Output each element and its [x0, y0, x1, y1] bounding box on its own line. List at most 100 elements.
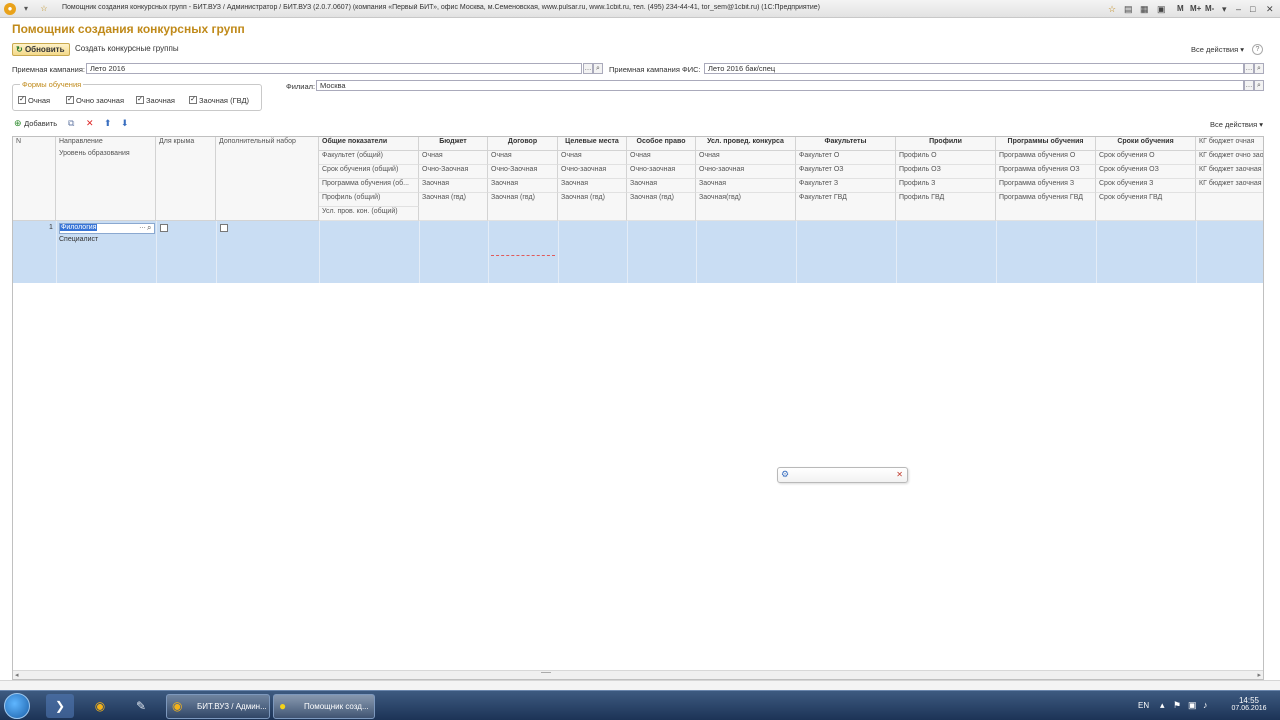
- col-kg-header[interactable]: КГ бюджет очная: [1196, 137, 1263, 151]
- sub-contract-parttime: Очно-Заочная: [488, 165, 558, 179]
- powershell-icon[interactable]: ❯: [46, 694, 74, 718]
- notification-popup[interactable]: ⚙ ✕: [777, 467, 908, 483]
- maximize-icon[interactable]: □: [1250, 2, 1255, 16]
- col-conditions-header[interactable]: Усл. провед. конкурса: [696, 137, 796, 151]
- scroll-right-icon[interactable]: ▸: [1257, 671, 1261, 679]
- sub-profile-o: Профиль О: [896, 151, 996, 165]
- favorite-star-icon[interactable]: ☆: [1108, 2, 1116, 16]
- calendar-icon[interactable]: ▣: [1157, 2, 1166, 16]
- language-indicator[interactable]: EN: [1138, 701, 1149, 710]
- favorite-star-icon[interactable]: ☆: [38, 3, 50, 15]
- copy-icon[interactable]: ⧉: [68, 118, 74, 129]
- sub-profile-z: Профиль З: [896, 179, 996, 193]
- col-programs-header[interactable]: Программы обучения: [996, 137, 1096, 151]
- error-underline: [491, 255, 555, 256]
- col-faculties-header[interactable]: Факультеты: [796, 137, 896, 151]
- history-icon[interactable]: ▤: [1124, 2, 1133, 16]
- close-icon[interactable]: ✕: [1266, 2, 1274, 16]
- study-forms-title: Формы обучения: [20, 80, 84, 89]
- menu-arrow-icon[interactable]: ▾: [20, 3, 32, 15]
- volume-icon[interactable]: ♪: [1203, 700, 1208, 710]
- col-budget-header[interactable]: Бюджет: [419, 137, 488, 151]
- taskbar-item-wizard[interactable]: ● Помощник созд...: [273, 694, 375, 719]
- memory-minus-button[interactable]: M-: [1205, 2, 1214, 16]
- taskbar-item-bitvuz[interactable]: ◉ БИТ.ВУЗ / Админ...: [166, 694, 270, 719]
- col-target-header[interactable]: Целевые места: [558, 137, 627, 151]
- sub-conditions-extramural: Заочная: [696, 179, 796, 193]
- table-row[interactable]: [13, 221, 1263, 283]
- competition-groups-table[interactable]: N Направление Уровень образования Для кр…: [12, 136, 1264, 680]
- branch-choose-button[interactable]: …: [1244, 80, 1254, 91]
- memory-button[interactable]: M: [1177, 2, 1184, 16]
- help-icon[interactable]: ?: [1252, 44, 1263, 55]
- minimize-icon[interactable]: –: [1236, 2, 1241, 16]
- table-all-actions-menu[interactable]: Все действия ▾: [1210, 120, 1263, 129]
- start-button[interactable]: [4, 693, 30, 719]
- clock[interactable]: 14:55 07.06.2016: [1229, 696, 1269, 712]
- tools-icon[interactable]: ✎: [127, 694, 155, 718]
- fis-campaign-choose-button[interactable]: …: [1244, 63, 1254, 74]
- window-title: Помощник создания конкурсных групп - БИТ…: [62, 4, 821, 11]
- add-row-button[interactable]: ⊕ Добавить: [14, 118, 57, 129]
- create-groups-button[interactable]: Создать конкурсные группы: [75, 44, 179, 53]
- branch-search-icon[interactable]: ⌕: [1254, 80, 1264, 91]
- campaign-label: Приемная кампания:: [12, 65, 86, 74]
- move-down-icon[interactable]: ⬇: [121, 118, 129, 129]
- col-common-header[interactable]: Общие показатели: [319, 137, 419, 151]
- sub-faculty-o: Факультет О: [796, 151, 896, 165]
- checkbox-part-time[interactable]: ✓: [66, 96, 74, 104]
- col-crimea-header[interactable]: Для крыма: [156, 137, 216, 221]
- sub-kg-4: [1196, 193, 1263, 221]
- checkbox-extramural[interactable]: ✓: [136, 96, 144, 104]
- branch-label: Филиал:: [286, 82, 316, 91]
- col-additional-header[interactable]: Дополнительный набор: [216, 137, 319, 221]
- crimea-checkbox[interactable]: [160, 224, 168, 232]
- popup-close-icon[interactable]: ✕: [896, 470, 903, 479]
- row-divider: [896, 221, 897, 283]
- delete-icon[interactable]: ✕: [86, 118, 94, 129]
- row-divider: [1196, 221, 1197, 283]
- network-icon[interactable]: ▣: [1188, 700, 1197, 711]
- checkbox-full-time[interactable]: ✓: [18, 96, 26, 104]
- branch-field[interactable]: Москва: [316, 80, 1244, 91]
- checkbox-extramural-gvd[interactable]: ✓: [189, 96, 197, 104]
- row-divider: [1096, 221, 1097, 283]
- calculator-icon[interactable]: ▦: [1140, 2, 1149, 16]
- scroll-thumb-grip[interactable]: [541, 672, 551, 677]
- col-direction-header[interactable]: Направление Уровень образования: [56, 137, 156, 221]
- refresh-icon: ↻: [16, 45, 23, 54]
- direction-search-icon[interactable]: ⌕: [147, 223, 151, 233]
- col-terms-header[interactable]: Сроки обучения: [1096, 137, 1196, 151]
- info-icon[interactable]: ▾: [1222, 2, 1227, 16]
- tray-arrow-icon[interactable]: ▴: [1160, 700, 1165, 711]
- sub-special-fulltime: Очная: [627, 151, 696, 165]
- direction-choose-button[interactable]: …: [139, 223, 146, 230]
- 1c-app-icon[interactable]: ◉: [86, 694, 114, 718]
- all-actions-label: Все действия: [1191, 45, 1239, 54]
- sub-common-term: Срок обучения (общий): [319, 165, 419, 179]
- campaign-field[interactable]: Лето 2016: [86, 63, 582, 74]
- additional-set-checkbox[interactable]: [220, 224, 228, 232]
- campaign-choose-button[interactable]: …: [583, 63, 593, 74]
- campaign-search-icon[interactable]: ⌕: [593, 63, 603, 74]
- row-divider: [56, 221, 57, 283]
- flag-icon[interactable]: ⚑: [1173, 700, 1181, 711]
- fis-campaign-field[interactable]: Лето 2016 бак/спец: [704, 63, 1244, 74]
- all-actions-menu[interactable]: Все действия ▾: [1191, 45, 1244, 54]
- os-taskbar: ❯ ◉ ✎ ◉ БИТ.ВУЗ / Админ... ● Помощник со…: [0, 690, 1280, 720]
- app-logo-icon[interactable]: ●: [4, 3, 16, 15]
- col-contract-header[interactable]: Договор: [488, 137, 558, 151]
- sub-budget-parttime: Очно-Заочная: [419, 165, 488, 179]
- col-profiles-header[interactable]: Профили: [896, 137, 996, 151]
- move-up-icon[interactable]: ⬆: [104, 118, 112, 129]
- scroll-left-icon[interactable]: ◂: [15, 671, 19, 679]
- sub-common-conditions: Усл. пров. кон. (общий): [319, 207, 419, 221]
- memory-plus-button[interactable]: M+: [1190, 2, 1201, 16]
- col-special-header[interactable]: Особое право: [627, 137, 696, 151]
- refresh-button[interactable]: ↻ Обновить: [12, 43, 70, 56]
- col-n-header[interactable]: N: [13, 137, 56, 221]
- fis-campaign-search-icon[interactable]: ⌕: [1254, 63, 1264, 74]
- sub-term-o: Срок обучения О: [1096, 151, 1196, 165]
- clock-date: 07.06.2016: [1231, 705, 1267, 712]
- horizontal-scrollbar[interactable]: ◂ ▸: [13, 670, 1263, 679]
